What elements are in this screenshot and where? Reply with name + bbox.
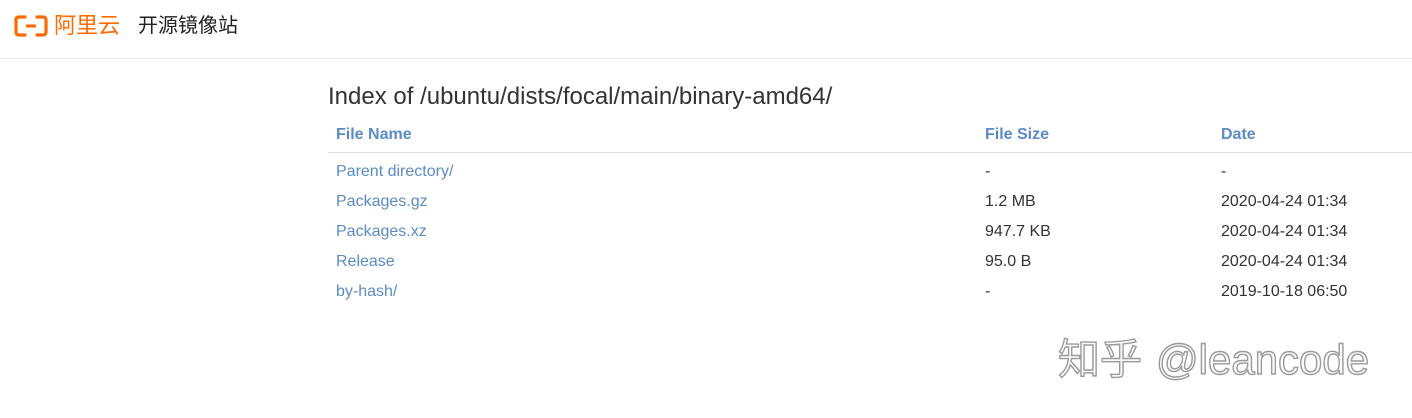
file-date-cell: - [1221,163,1227,180]
file-size-cell: 947.7 KB [985,223,1051,240]
table-header-row: File Name File Size Date [328,118,1412,153]
file-link[interactable]: Packages.gz [336,193,428,210]
table-row: by-hash/ - 2019-10-18 06:50 [328,277,1412,307]
file-name-cell: Parent directory/ [328,153,977,188]
main-content: Index of /ubuntu/dists/focal/main/binary… [328,80,1412,300]
file-listing-table: File Name File Size Date Parent director… [328,118,1412,307]
table-row: Packages.gz 1.2 MB 2020-04-24 01:34 [328,187,1412,217]
file-name-cell: Packages.xz [328,217,977,247]
page-title: Index of /ubuntu/dists/focal/main/binary… [328,83,833,110]
file-size-cell: - [985,163,991,180]
table-row: Release 95.0 B 2020-04-24 01:34 [328,247,1412,277]
file-link[interactable]: Release [336,253,395,270]
file-name-cell: Release [328,247,977,277]
file-size-cell: - [985,283,991,300]
file-link[interactable]: Parent directory/ [336,163,453,180]
file-date-cell: 2020-04-24 01:34 [1221,193,1348,210]
table-row: Parent directory/ - - [328,153,1412,188]
site-header: 阿里云 开源镜像站 [0,0,1412,59]
zhihu-watermark: 知乎 @leancode [1057,334,1370,386]
file-date-cell: 2020-04-24 01:34 [1221,223,1348,240]
file-date-cell: 2020-04-24 01:34 [1221,253,1348,270]
column-header-file-name[interactable]: File Name [328,118,977,153]
file-link[interactable]: Packages.xz [336,223,427,240]
watermark-brand: 知乎 [1057,335,1143,383]
file-link[interactable]: by-hash/ [336,283,397,300]
column-header-file-size[interactable]: File Size [977,118,1213,153]
table-row: Packages.xz 947.7 KB 2020-04-24 01:34 [328,217,1412,247]
file-name-cell: Packages.gz [328,187,977,217]
file-size-cell: 95.0 B [985,253,1032,270]
file-name-cell: by-hash/ [328,277,977,307]
file-size-cell: 1.2 MB [985,193,1036,210]
aliyun-logo[interactable]: 阿里云 [14,12,120,40]
aliyun-logo-icon [14,15,48,37]
column-header-date[interactable]: Date [1213,118,1412,153]
file-date-cell: 2019-10-18 06:50 [1221,283,1348,300]
watermark-handle: @leancode [1155,335,1370,383]
logo-text: 阿里云 [54,13,121,38]
site-title[interactable]: 开源镜像站 [138,13,238,39]
